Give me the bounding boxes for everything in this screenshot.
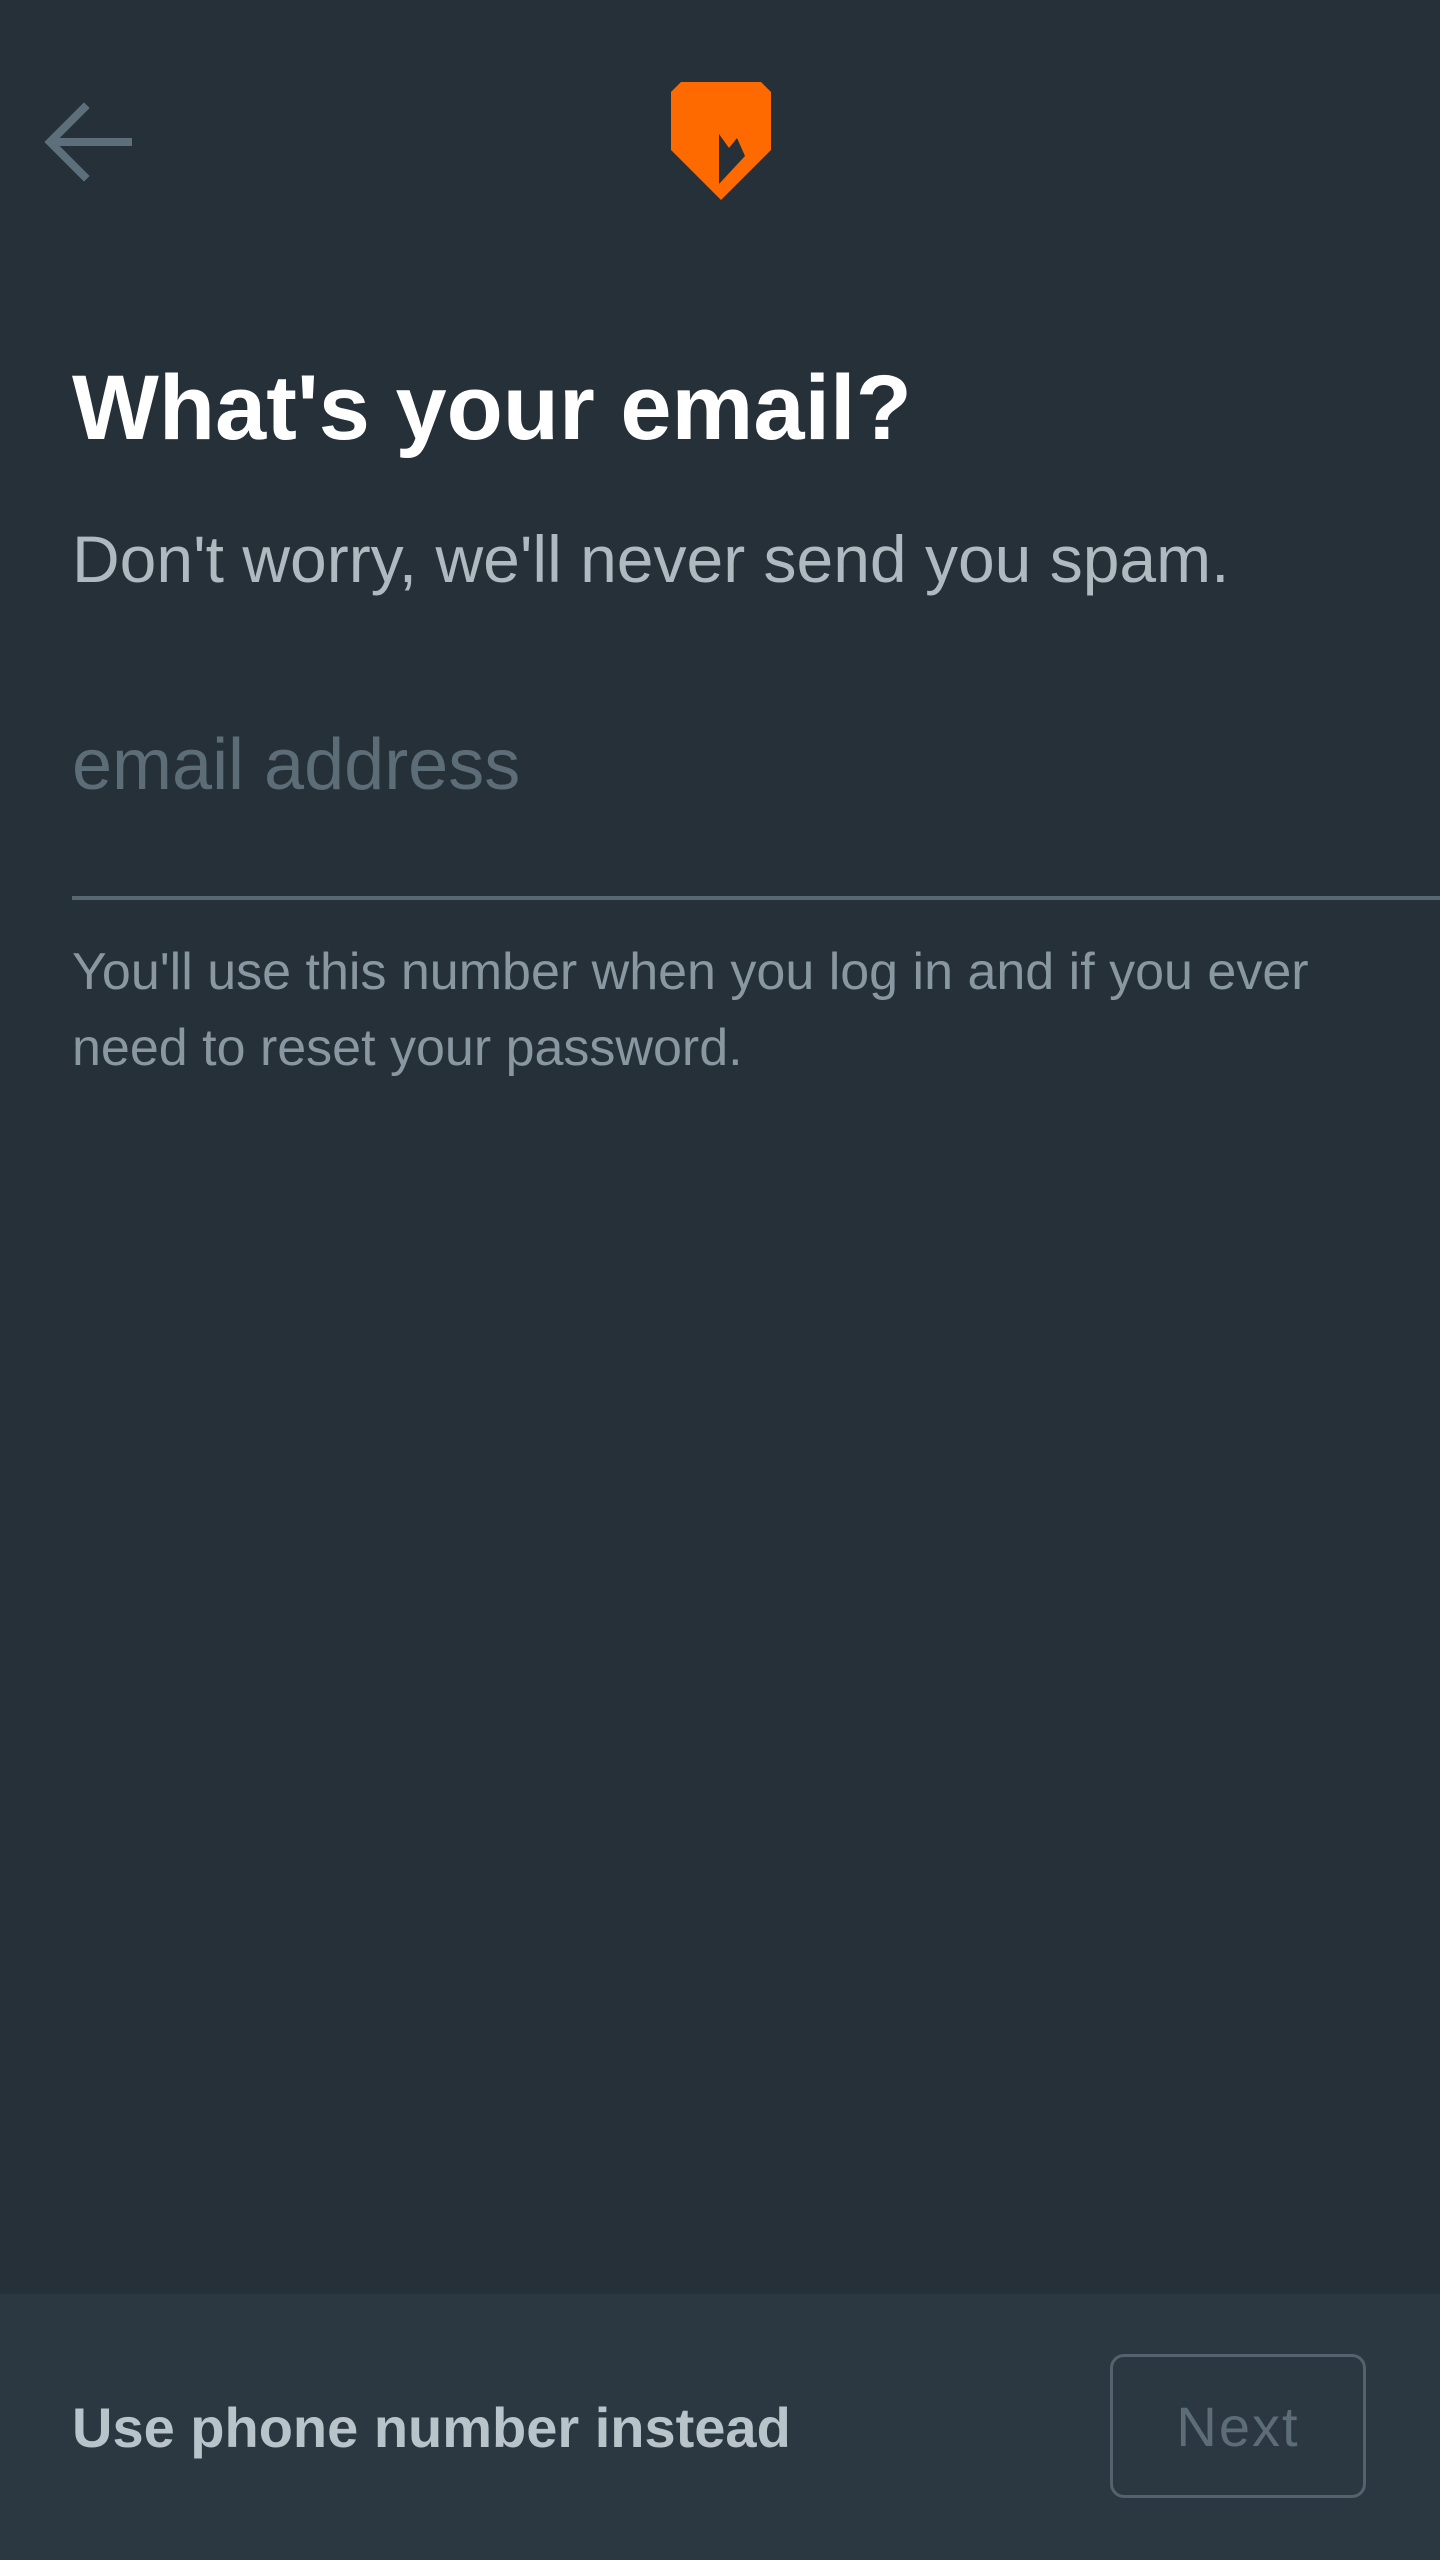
use-phone-number-link[interactable]: Use phone number instead	[72, 2388, 791, 2468]
next-button[interactable]: Next	[1110, 2354, 1366, 2498]
top-bar	[0, 0, 1440, 290]
back-button[interactable]	[30, 84, 146, 200]
orange-shield-logo-icon	[671, 82, 771, 200]
input-underline	[72, 896, 1440, 900]
helper-text: You'll use this number when you log in a…	[72, 943, 1309, 1077]
arrow-left-icon	[44, 102, 132, 182]
email-input[interactable]	[72, 720, 1440, 810]
page-title: What's your email?	[72, 357, 912, 459]
page-subtitle: Don't worry, we'll never send you spam.	[72, 522, 1230, 596]
